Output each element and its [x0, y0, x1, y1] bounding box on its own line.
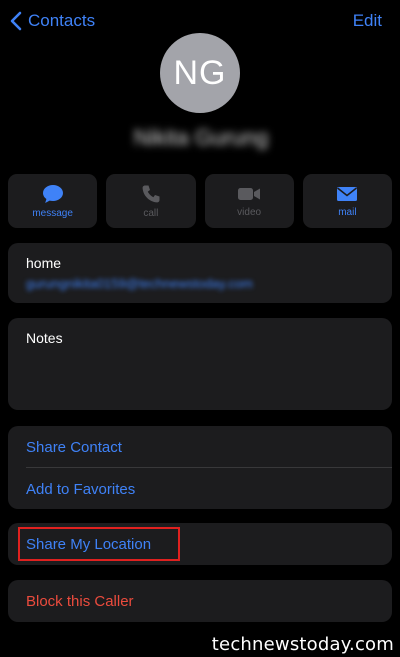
phone-icon	[142, 185, 160, 202]
email-address[interactable]: gurungnikita0159@technewstoday.com	[26, 276, 253, 291]
mail-button[interactable]: mail	[302, 174, 392, 228]
back-button[interactable]: Contacts	[10, 9, 95, 33]
contact-name-text: Nikita Gurung	[133, 125, 269, 150]
block-card: Block this Caller	[8, 580, 392, 622]
share-contact-button[interactable]: Share Contact	[26, 439, 122, 456]
share-options-card: Share Contact Add to Favorites	[8, 426, 392, 509]
video-camera-icon	[238, 187, 261, 200]
watermark: technewstoday.com	[211, 634, 394, 655]
video-button[interactable]: video	[204, 174, 294, 228]
back-label: Contacts	[28, 11, 96, 30]
edit-button[interactable]: Edit	[353, 11, 382, 31]
contact-name: Nikita Gurung	[117, 124, 285, 152]
envelope-icon	[337, 186, 358, 201]
chevron-left-icon	[10, 11, 22, 31]
share-my-location-button[interactable]: Share My Location	[26, 536, 151, 553]
avatar[interactable]: NG	[160, 33, 240, 113]
notes-label: Notes	[26, 330, 63, 346]
mail-label: mail	[338, 206, 357, 218]
message-button[interactable]: message	[8, 174, 98, 228]
add-to-favorites-button[interactable]: Add to Favorites	[26, 481, 135, 498]
block-caller-button[interactable]: Block this Caller	[26, 593, 134, 610]
message-label: message	[32, 207, 73, 219]
call-label: call	[143, 207, 159, 219]
email-card[interactable]: home gurungnikita0159@technewstoday.com	[8, 243, 392, 303]
message-bubble-icon	[42, 184, 63, 203]
location-card: Share My Location	[8, 523, 392, 565]
call-button[interactable]: call	[106, 174, 196, 228]
notes-card[interactable]: Notes	[8, 318, 392, 410]
video-label: video	[237, 206, 262, 218]
divider	[26, 467, 392, 468]
quick-actions: message call video mail	[8, 174, 392, 228]
email-type-label: home	[26, 255, 62, 271]
avatar-initials: NG	[173, 53, 227, 92]
